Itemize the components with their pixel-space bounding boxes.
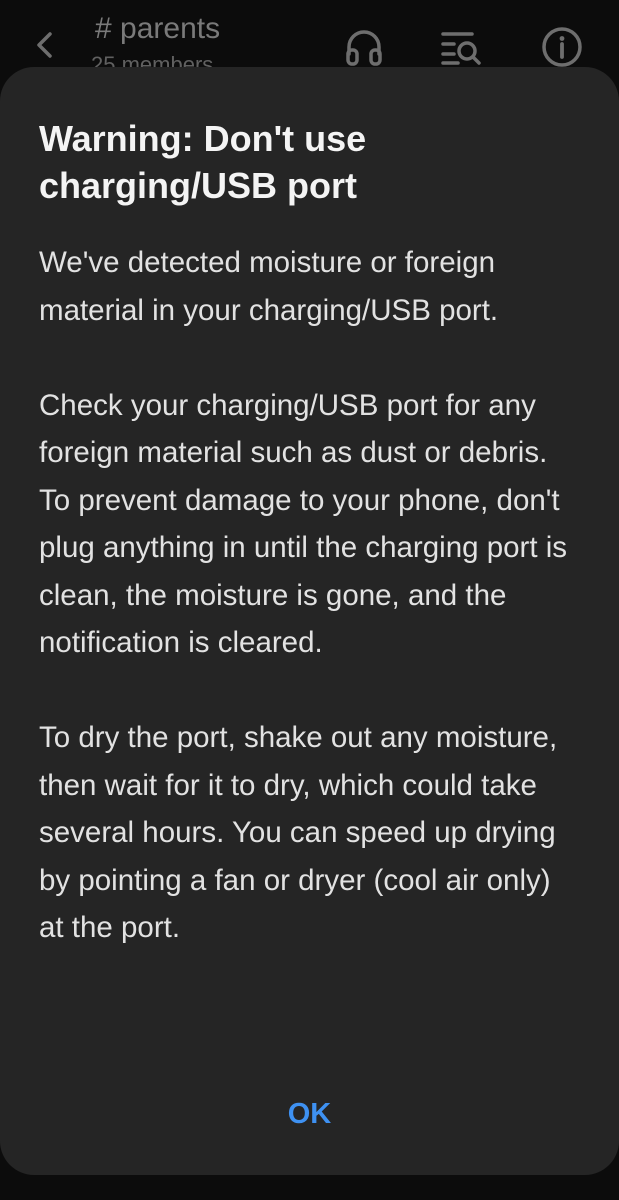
channel-title[interactable]: # parents	[95, 10, 220, 48]
info-icon[interactable]	[541, 26, 583, 68]
dialog-paragraph: To dry the port, shake out any moisture,…	[39, 721, 558, 944]
dialog-title: Warning: Don't use charging/USB port	[39, 118, 367, 206]
dialog-body: We've detected moisture or foreign mater…	[39, 239, 579, 952]
dialog-paragraph: We've detected moisture or foreign mater…	[39, 246, 499, 327]
ok-button[interactable]: OK	[0, 1082, 619, 1146]
warning-dialog: Warning: Don't use charging/USB port We'…	[0, 67, 619, 1175]
back-arrow-icon[interactable]	[30, 28, 60, 62]
headphones-icon[interactable]	[343, 26, 385, 68]
dialog-paragraph: Check your charging/USB port for any for…	[39, 388, 568, 660]
search-list-icon[interactable]	[440, 26, 482, 68]
